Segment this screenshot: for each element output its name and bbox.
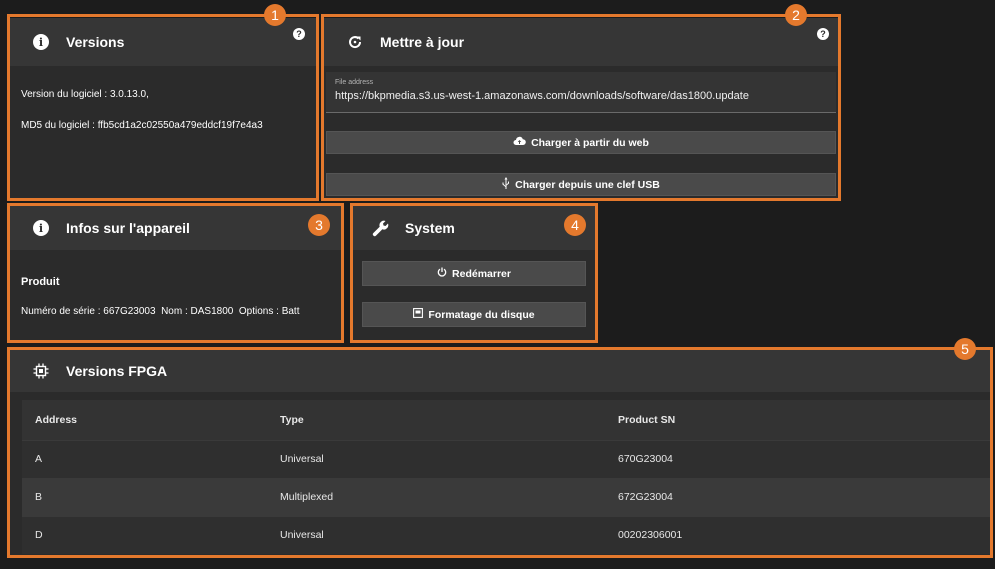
cell-type: Multiplexed	[267, 477, 605, 516]
cell-product-sn: 672G23004	[605, 477, 993, 516]
cell-address: D	[22, 515, 267, 554]
system-title: System	[405, 220, 455, 236]
fpga-title: Versions FPGA	[66, 363, 168, 379]
table-row: D Universal 00202306001	[22, 515, 993, 554]
cell-type: Universal	[267, 515, 605, 554]
format-disk-label: Formatage du disque	[428, 308, 535, 321]
load-from-usb-button[interactable]: Charger depuis une clef USB	[326, 173, 836, 196]
cell-product-sn: 670G23004	[605, 439, 993, 478]
info-icon: i	[32, 219, 50, 237]
badge-1: 1	[264, 4, 286, 26]
info-icon: i	[32, 33, 50, 51]
reboot-label: Redémarrer	[452, 267, 511, 280]
system-card: System Redémarrer Formatage du disque	[353, 206, 595, 340]
file-address-field[interactable]: File address https://bkpmedia.s3.us-west…	[326, 72, 836, 113]
update-card: Mettre à jour ? File address https://bkp…	[324, 18, 838, 198]
fpga-table: Address Type Product SN A Universal 670G…	[22, 400, 993, 554]
device-info-header: i Infos sur l'appareil	[10, 206, 341, 250]
load-from-usb-label: Charger depuis une clef USB	[515, 178, 660, 191]
power-icon	[437, 267, 447, 280]
help-icon[interactable]: ?	[293, 28, 305, 40]
file-address-label: File address	[335, 79, 374, 86]
update-title: Mettre à jour	[380, 34, 465, 50]
system-header: System	[353, 206, 595, 250]
product-label: Produit	[21, 276, 60, 288]
file-address-value: https://bkpmedia.s3.us-west-1.amazonaws.…	[335, 90, 749, 102]
cell-address: B	[22, 477, 267, 516]
versions-card: i Versions ? Version du logiciel : 3.0.1…	[10, 18, 316, 198]
device-info-card: i Infos sur l'appareil Produit Numéro de…	[10, 206, 341, 340]
software-md5: MD5 du logiciel : ffb5cd1a2c02550a479edd…	[21, 120, 263, 131]
table-row: A Universal 670G23004	[22, 439, 993, 478]
refresh-icon	[346, 33, 364, 51]
badge-2: 2	[785, 4, 807, 26]
badge-5: 5	[954, 338, 976, 360]
table-row: B Multiplexed 672G23004	[22, 477, 993, 516]
cell-product-sn: 00202306001	[605, 515, 993, 554]
help-icon[interactable]: ?	[817, 28, 829, 40]
fpga-card: Versions FPGA Address Type Product SN A …	[10, 350, 993, 555]
format-disk-button[interactable]: Formatage du disque	[362, 302, 586, 327]
load-from-web-label: Charger à partir du web	[531, 136, 649, 149]
table-header-row: Address Type Product SN	[22, 400, 993, 440]
device-details: Numéro de série : 667G23003 Nom : DAS180…	[21, 306, 300, 317]
fpga-header: Versions FPGA	[10, 350, 993, 392]
badge-4: 4	[564, 214, 586, 236]
versions-title: Versions	[66, 34, 125, 50]
wrench-icon	[371, 219, 389, 237]
column-header-type: Type	[267, 400, 605, 440]
badge-3: 3	[308, 214, 330, 236]
load-from-web-button[interactable]: Charger à partir du web	[326, 131, 836, 154]
column-header-address: Address	[22, 400, 267, 440]
device-info-title: Infos sur l'appareil	[66, 220, 190, 236]
chip-icon	[32, 362, 50, 380]
update-header: Mettre à jour	[324, 18, 838, 66]
usb-icon	[502, 177, 510, 192]
cloud-upload-icon	[513, 136, 526, 149]
software-version: Version du logiciel : 3.0.13.0,	[21, 89, 149, 100]
disk-icon	[413, 308, 424, 321]
reboot-button[interactable]: Redémarrer	[362, 261, 586, 286]
cell-type: Universal	[267, 439, 605, 478]
column-header-product-sn: Product SN	[605, 400, 993, 440]
cell-address: A	[22, 439, 267, 478]
